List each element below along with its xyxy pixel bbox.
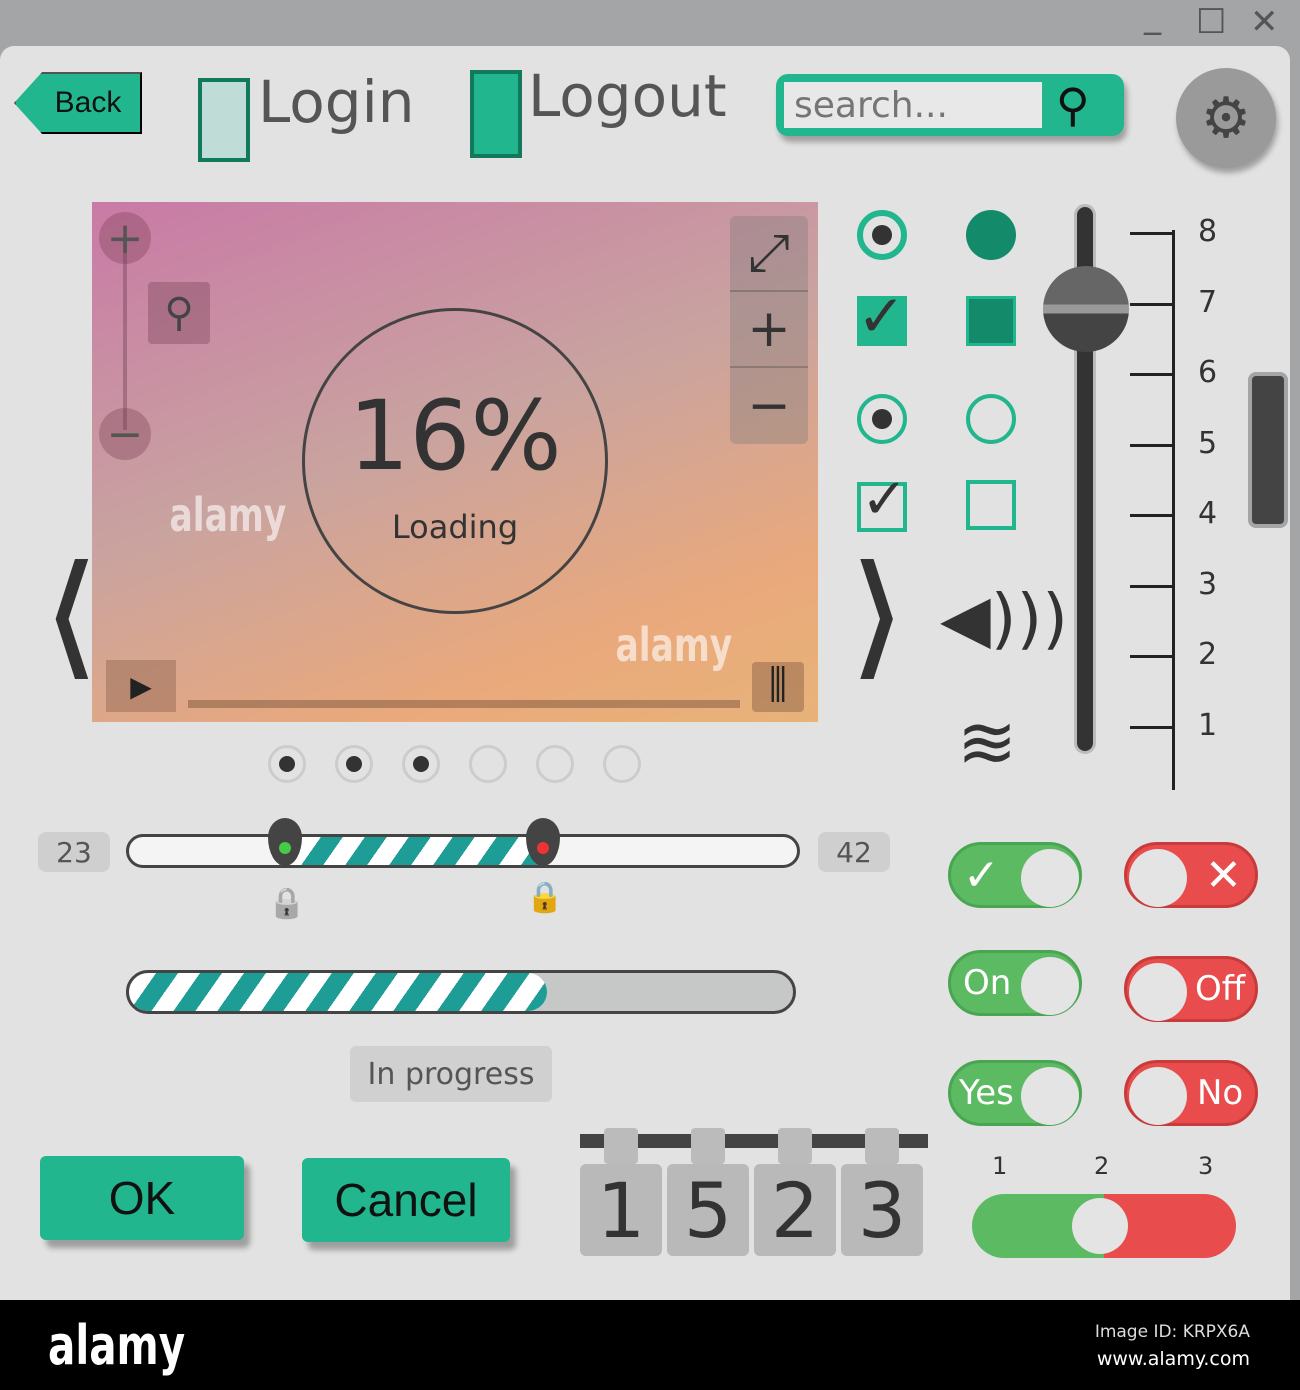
gear-icon: ⚙	[1200, 85, 1252, 151]
settings-button[interactable]: ⚙	[1176, 68, 1276, 168]
yes-toggle[interactable]: Yes	[948, 1060, 1082, 1126]
tri-label-1: 1	[992, 1152, 1008, 1180]
range-max: 42	[818, 832, 890, 872]
three-state-switch[interactable]	[972, 1194, 1236, 1258]
pager-dot[interactable]	[469, 745, 507, 783]
unlocked-lock-icon[interactable]: 🔒	[268, 886, 305, 921]
scale-label: 3	[1198, 566, 1218, 602]
counter-hinge	[778, 1128, 812, 1164]
scale-tick	[1130, 373, 1174, 376]
counter-hinge	[604, 1128, 638, 1164]
volume-knob[interactable]	[1043, 266, 1129, 352]
zoom-slider[interactable]	[123, 240, 127, 430]
view-toolbar: ⤢ + −	[730, 216, 808, 444]
tri-label-3: 3	[1198, 1152, 1214, 1180]
prev-arrow[interactable]: ❮	[47, 540, 97, 679]
equalizer-button[interactable]: ⫼	[752, 662, 804, 712]
play-button[interactable]: ▶	[106, 660, 176, 712]
scale-label: 8	[1198, 214, 1218, 249]
range-slider[interactable]	[126, 834, 800, 868]
counter-hinge	[865, 1128, 899, 1164]
pager-dot[interactable]	[536, 745, 574, 783]
scale-label: 5	[1198, 425, 1218, 461]
scale-tick	[1130, 443, 1174, 447]
progress-bar	[126, 970, 796, 1014]
scale-label: 6	[1198, 355, 1218, 390]
maximize-button[interactable]: ☐	[1196, 2, 1226, 42]
volume-scale	[1172, 230, 1175, 790]
radio-checked[interactable]	[857, 210, 907, 260]
tri-label-2: 2	[1094, 1152, 1110, 1180]
range-min: 23	[38, 832, 110, 872]
counter-digit: 3	[841, 1164, 923, 1256]
scale-tick	[1130, 584, 1174, 588]
logout-link[interactable]: Logout	[528, 62, 727, 130]
pager-dot[interactable]	[402, 745, 440, 783]
scale-label: 1	[1198, 707, 1218, 743]
footer-bar: alamy Image ID: KRPX6A www.alamy.com	[0, 1300, 1300, 1390]
counter-digit: 5	[667, 1164, 749, 1256]
locked-lock-icon[interactable]: 🔒	[526, 880, 563, 915]
minimize-button[interactable]: _	[1144, 0, 1161, 36]
search-icon[interactable]: ⚲	[1056, 78, 1090, 132]
no-toggle[interactable]: No	[1124, 1060, 1258, 1126]
alamy-logo: alamy	[48, 1314, 186, 1377]
off-toggle[interactable]: Off	[1124, 956, 1258, 1022]
zoom-out-button[interactable]: −	[99, 408, 151, 460]
scale-label: 7	[1198, 284, 1218, 320]
scale-tick	[1130, 232, 1174, 235]
ok-button[interactable]: OK	[40, 1156, 244, 1240]
login-link[interactable]: Login	[258, 68, 414, 136]
magnifier-icon: ⚲	[148, 282, 210, 344]
wifi-icon: ≋	[956, 700, 1018, 784]
on-toggle[interactable]: On	[948, 950, 1082, 1016]
site-url: www.alamy.com	[1096, 1348, 1250, 1370]
scale-label: 4	[1198, 496, 1218, 531]
pager-dot[interactable]	[335, 745, 373, 783]
scale-tick	[1130, 655, 1174, 658]
progress-tooltip: In progress	[350, 1046, 552, 1102]
scale-tick	[1130, 725, 1174, 729]
open-door-icon	[470, 70, 522, 158]
radio-filled[interactable]	[966, 210, 1016, 260]
minus-button[interactable]: −	[730, 368, 808, 444]
checkbox-checked-outline[interactable]: ✓	[857, 472, 908, 532]
pager-dot[interactable]	[603, 745, 641, 783]
radio-selected[interactable]	[857, 394, 907, 444]
cross-toggle[interactable]: ✕	[1124, 842, 1258, 908]
pager-dot[interactable]	[268, 745, 306, 783]
door-icon	[198, 78, 250, 162]
next-arrow[interactable]: ❯	[851, 540, 901, 679]
counter-digit: 2	[754, 1164, 836, 1256]
checkbox-filled[interactable]	[966, 296, 1016, 346]
loading-percent: 16%	[348, 380, 562, 492]
search-box: ⚲	[776, 74, 1124, 136]
scale-tick	[1130, 514, 1174, 517]
checkbox-checked[interactable]: ✓	[857, 287, 907, 346]
watermark: alamy	[615, 618, 733, 672]
fullscreen-button[interactable]: ⤢	[730, 216, 808, 292]
image-id: Image ID: KRPX6A	[1094, 1322, 1250, 1342]
zoom-in-button[interactable]: +	[99, 212, 151, 264]
counter-digit: 1	[580, 1164, 662, 1256]
seek-bar[interactable]	[188, 700, 740, 708]
search-input[interactable]	[784, 82, 1042, 128]
watermark: alamy	[169, 488, 287, 542]
loading-label: Loading	[391, 508, 519, 546]
speaker-icon[interactable]: ◀)))	[940, 580, 1068, 657]
check-toggle[interactable]: ✓	[948, 842, 1082, 908]
counter-hinge	[691, 1128, 725, 1164]
close-button[interactable]: ✕	[1250, 2, 1279, 42]
scrollbar[interactable]	[1248, 372, 1288, 528]
radio-empty[interactable]	[966, 394, 1016, 444]
plus-button[interactable]: +	[730, 292, 808, 368]
scale-tick	[1130, 302, 1174, 306]
scale-label: 2	[1198, 637, 1218, 672]
checkbox-empty[interactable]	[966, 480, 1016, 530]
cancel-button[interactable]: Cancel	[302, 1158, 510, 1242]
